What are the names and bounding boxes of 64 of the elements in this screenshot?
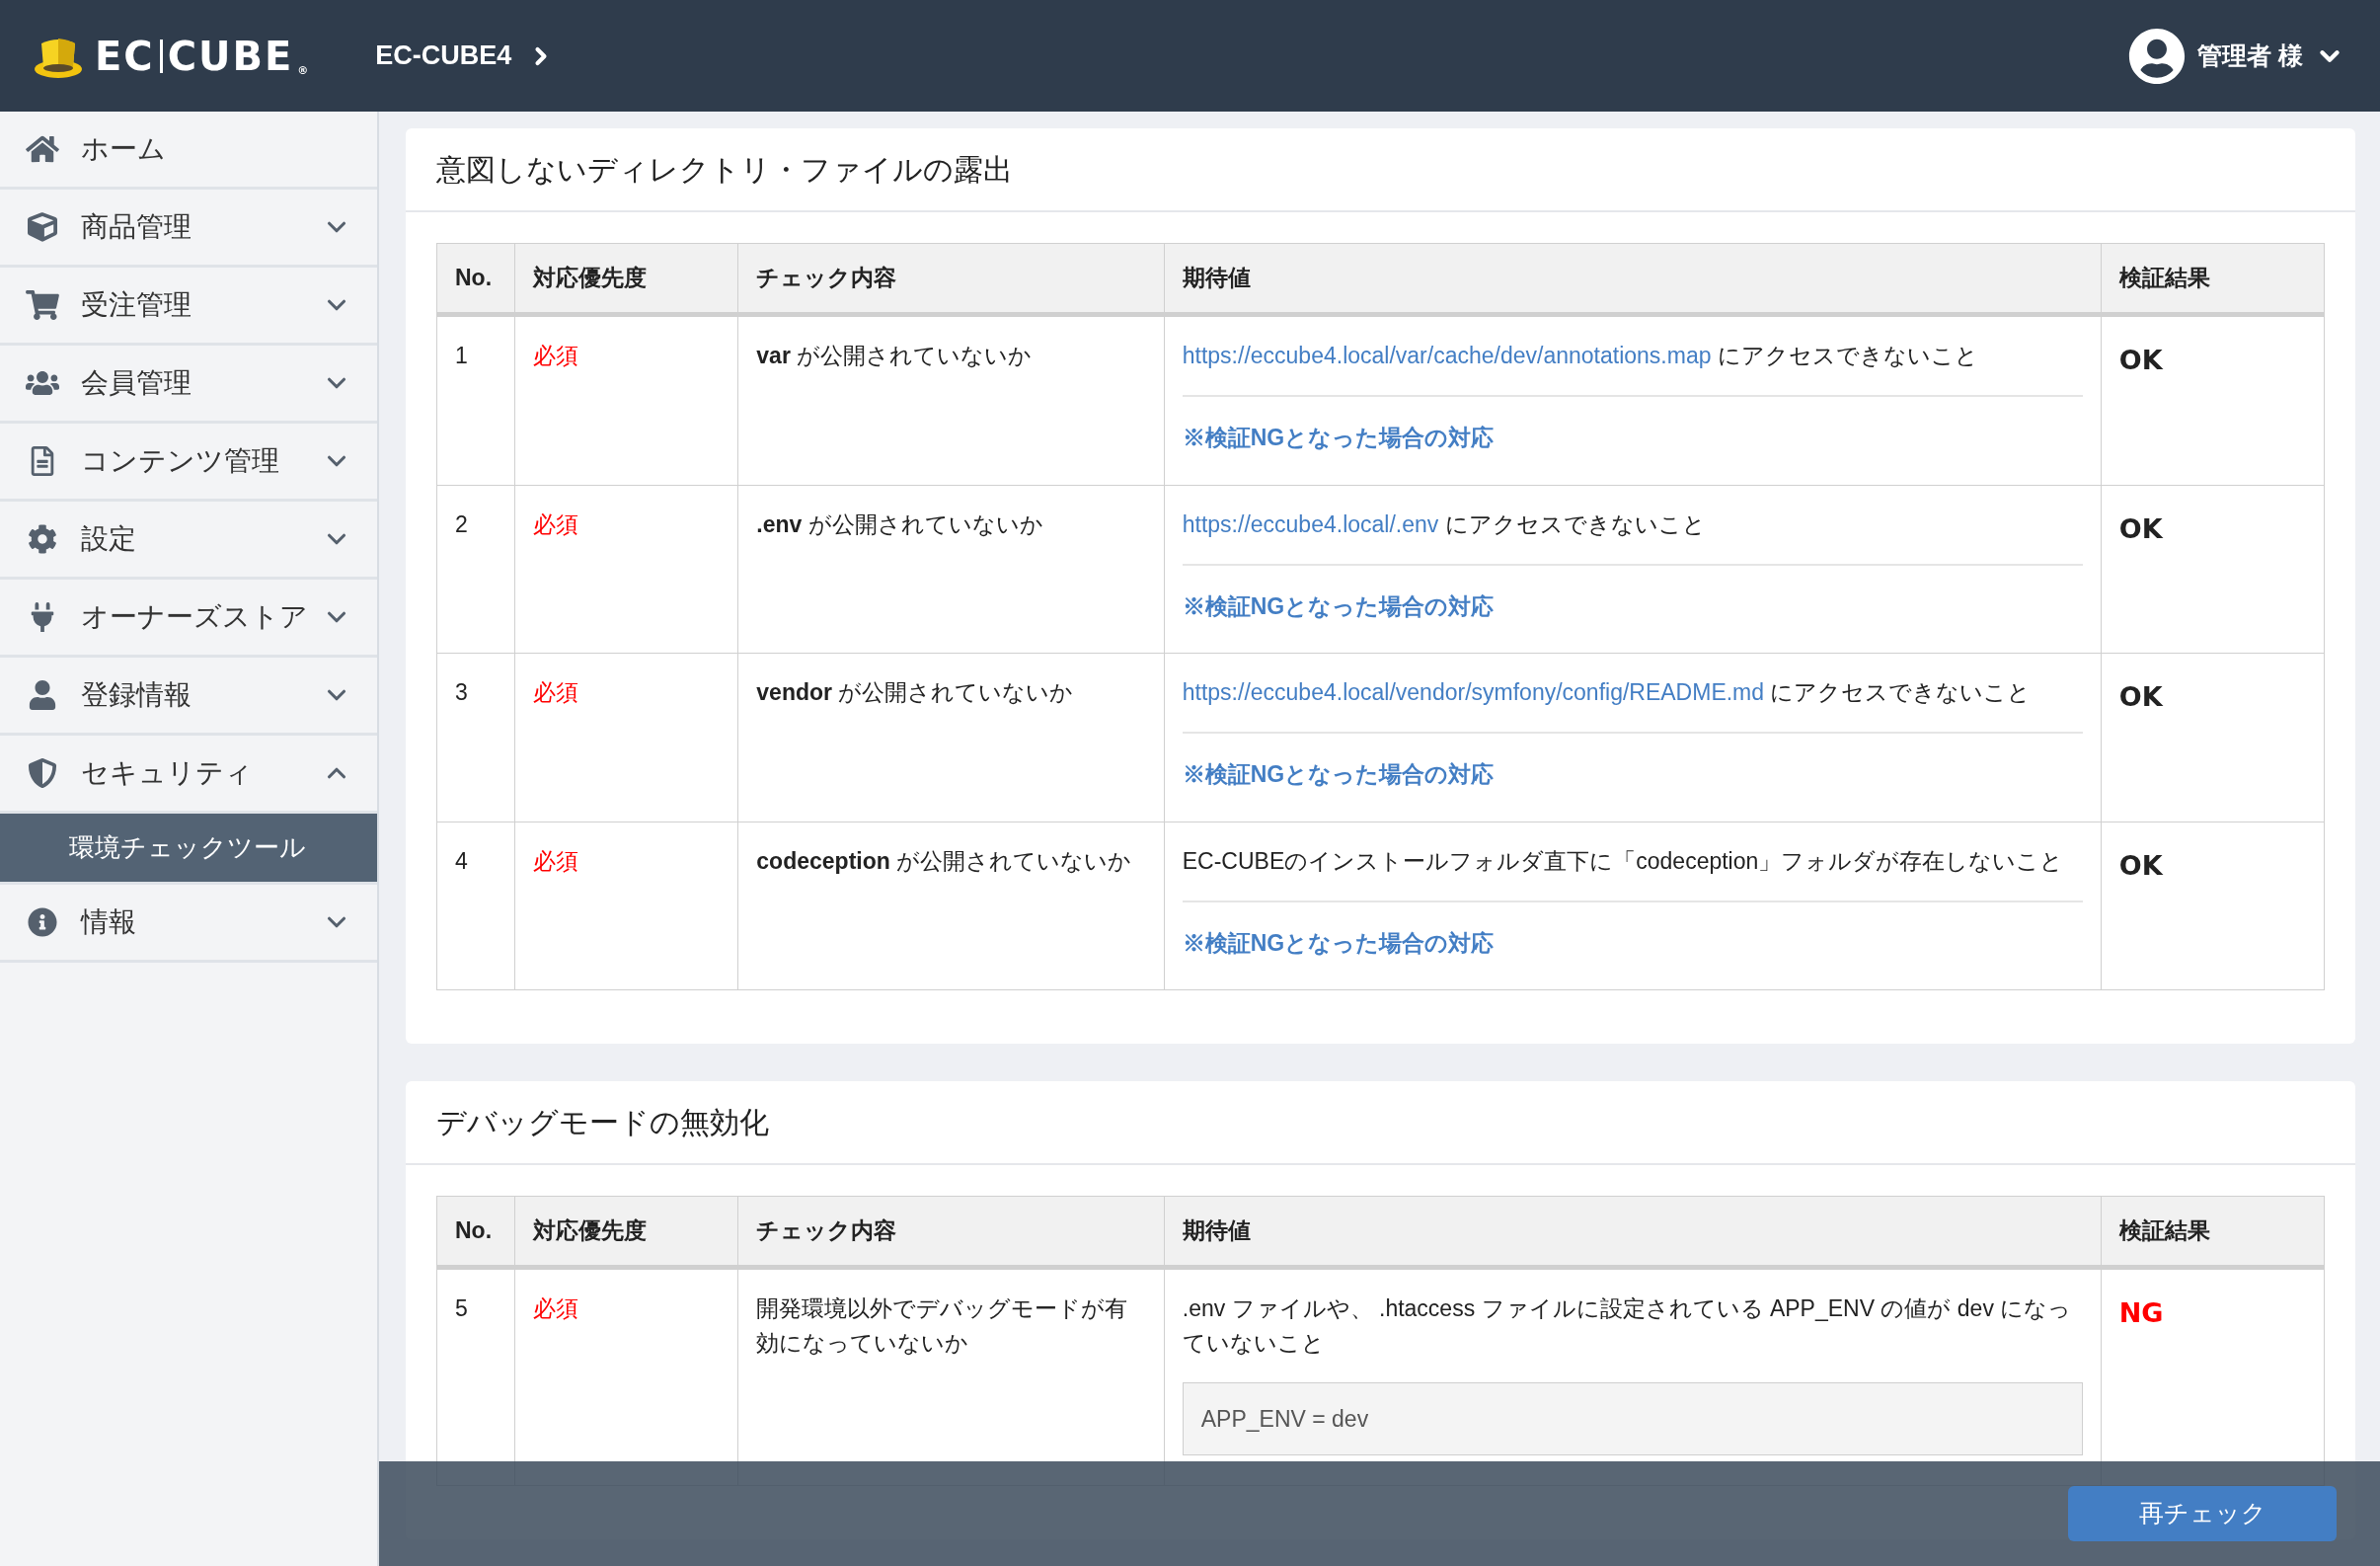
users-icon xyxy=(26,368,59,398)
table-cell: 2 xyxy=(436,485,515,654)
result-label: OK xyxy=(2118,345,2163,375)
cart-icon xyxy=(26,290,59,320)
sidebar-item[interactable]: 設定 xyxy=(0,502,377,580)
column-header: 対応優先度 xyxy=(514,1196,738,1268)
sidebar-item[interactable]: 商品管理 xyxy=(0,190,377,268)
sidebar-item[interactable]: 会員管理 xyxy=(0,346,377,424)
info-icon xyxy=(26,907,59,937)
recheck-button[interactable]: 再チェック xyxy=(2068,1486,2337,1541)
result-label: OK xyxy=(2118,849,2163,881)
expected-text: https://eccube4.local/var/cache/dev/annotations.map にアクセスできないこと xyxy=(1182,342,1979,370)
expected-text: https://eccube4.local/vendor/symfony/config/README.md にアクセスできないこと xyxy=(1182,678,2033,707)
column-header: 検証結果 xyxy=(2101,1196,2325,1268)
column-header: チェック内容 xyxy=(737,1196,1165,1268)
table-cell: var が公開されていないか xyxy=(737,314,1165,485)
avatar-icon xyxy=(2128,27,2187,85)
sidebar-item[interactable]: ホーム xyxy=(0,112,377,190)
url-link[interactable]: https://eccube4.local/.env xyxy=(1182,510,1439,537)
expected-text: https://eccube4.local/.env にアクセスできないこと xyxy=(1182,509,1707,539)
priority-cell: 必須 xyxy=(514,653,738,822)
column-header: No. xyxy=(436,243,515,315)
ng-guide-link[interactable]: ※検証NGとなった場合の対応 xyxy=(1182,425,1495,450)
code-field: APP_ENV = dev xyxy=(1182,1382,2083,1455)
shield-icon xyxy=(26,758,59,788)
cube-icon xyxy=(26,212,59,242)
table-cell: vendor が公開されていないか xyxy=(737,653,1165,822)
table-cell: 4 xyxy=(436,822,515,990)
priority-cell: 必須 xyxy=(514,822,738,990)
table-cell: 1 xyxy=(436,314,515,485)
ng-guide-link[interactable]: ※検証NGとなった場合の対応 xyxy=(1182,761,1495,787)
table-cell: codeception が公開されていないか xyxy=(737,822,1165,990)
column-header: No. xyxy=(436,1196,515,1268)
column-header: チェック内容 xyxy=(737,243,1165,315)
ng-guide-link[interactable]: ※検証NGとなった場合の対応 xyxy=(1182,592,1495,619)
url-link[interactable]: https://eccube4.local/var/cache/dev/annotations.map xyxy=(1182,343,1712,368)
logo-wordmark: EC CUBE® xyxy=(95,36,311,76)
expected-text: EC-CUBEのインストールフォルダ直下に「codeception」フォルダが存在しないこと xyxy=(1182,846,2065,876)
sidebar-item[interactable]: 登録情報 xyxy=(0,658,377,736)
column-header: 検証結果 xyxy=(2101,243,2325,315)
section-title: デバッグモードの無効化 xyxy=(436,1105,769,1140)
url-link[interactable]: https://eccube4.local/vendor/symfony/config/README.md xyxy=(1182,679,1765,705)
table-cell: .env が公開されていないか xyxy=(737,485,1165,654)
sidebar-item[interactable]: オーナーズストア xyxy=(0,580,377,658)
ng-guide-link[interactable]: ※検証NGとなった場合の対応 xyxy=(1182,929,1495,956)
column-header: 期待値 xyxy=(1164,1196,2102,1268)
result-label: OK xyxy=(2118,512,2163,544)
home-icon xyxy=(26,134,59,164)
result-label: NG xyxy=(2118,1297,2164,1328)
breadcrumb-link[interactable]: EC-CUBE4 xyxy=(375,36,556,76)
sidebar-item[interactable]: コンテンツ管理 xyxy=(0,424,377,502)
priority-cell: 必須 xyxy=(514,485,738,654)
section-title: 意図しないディレクトリ・ファイルの露出 xyxy=(436,152,1013,188)
sidebar-item[interactable]: 受注管理 xyxy=(0,268,377,346)
sidebar-subitem[interactable]: 環境チェックツール xyxy=(0,814,377,885)
user-menu-button[interactable]: 管理者 様 xyxy=(2128,27,2344,85)
settings-icon xyxy=(26,524,59,554)
column-header: 対応優先度 xyxy=(514,243,738,315)
expected-text: .env ファイルや、 .htaccess ファイルに設定されている APP_ENV の値が dev になっていないこと xyxy=(1182,1294,2073,1358)
column-header: 期待値 xyxy=(1164,243,2102,315)
table-cell: 3 xyxy=(436,653,515,822)
sidebar-item[interactable]: 情報 xyxy=(0,885,377,963)
priority-cell: 必須 xyxy=(514,314,738,485)
result-label: OK xyxy=(2118,681,2163,712)
